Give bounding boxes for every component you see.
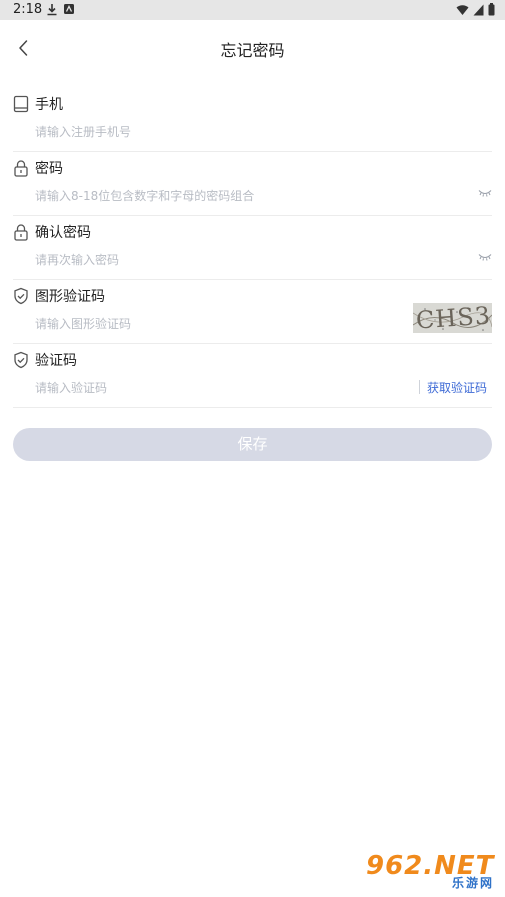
reset-password-form: 手机 密码 确认密码 bbox=[13, 88, 492, 408]
phone-input[interactable] bbox=[35, 122, 405, 142]
status-time: 2:18 bbox=[13, 2, 43, 17]
captcha-image[interactable]: CHS3 bbox=[413, 303, 492, 333]
image-captcha-field: 图形验证码 CHS3 bbox=[13, 280, 492, 344]
save-button[interactable]: 保存 bbox=[13, 428, 492, 461]
phone-icon bbox=[13, 95, 29, 113]
confirm-password-field: 确认密码 bbox=[13, 216, 492, 280]
watermark-sub: 乐游网 bbox=[451, 876, 494, 890]
password-field: 密码 bbox=[13, 152, 492, 216]
password-label-row: 密码 bbox=[13, 158, 63, 178]
signal-icon bbox=[473, 4, 484, 15]
captcha-text: CHS3 bbox=[415, 303, 492, 333]
password-visibility-toggle-icon[interactable] bbox=[478, 188, 492, 198]
shield-check-icon bbox=[14, 287, 28, 305]
download-icon bbox=[47, 4, 57, 16]
get-sms-code-button[interactable]: 获取验证码 bbox=[427, 379, 487, 396]
sms-code-input[interactable] bbox=[35, 378, 335, 398]
shield-check-icon bbox=[14, 351, 28, 369]
lock-icon bbox=[14, 160, 28, 177]
phone-label: 手机 bbox=[35, 97, 63, 113]
password-input[interactable] bbox=[35, 186, 405, 206]
confirm-password-visibility-toggle-icon[interactable] bbox=[478, 252, 492, 262]
wifi-icon bbox=[456, 4, 469, 15]
image-captcha-label: 图形验证码 bbox=[35, 289, 105, 305]
lock-icon bbox=[14, 224, 28, 241]
status-bar: 2:18 bbox=[0, 0, 505, 20]
status-right-icons bbox=[456, 3, 495, 16]
sms-code-label: 验证码 bbox=[35, 353, 77, 369]
confirm-password-label-row: 确认密码 bbox=[13, 222, 91, 242]
battery-icon bbox=[488, 3, 495, 16]
page-title: 忘记密码 bbox=[220, 41, 285, 60]
watermark-logo: 962.NET 乐游网 bbox=[366, 849, 500, 893]
confirm-password-label: 确认密码 bbox=[35, 225, 91, 241]
password-label: 密码 bbox=[35, 161, 63, 177]
image-captcha-label-row: 图形验证码 bbox=[13, 286, 105, 306]
sms-code-label-row: 验证码 bbox=[13, 350, 77, 370]
confirm-password-input[interactable] bbox=[35, 250, 405, 270]
nav-bar: 忘记密码 bbox=[0, 20, 505, 76]
sms-code-field: 验证码 获取验证码 bbox=[13, 344, 492, 408]
phone-field: 手机 bbox=[13, 88, 492, 152]
app-notification-icon bbox=[64, 4, 74, 14]
sms-divider bbox=[419, 380, 420, 394]
phone-label-row: 手机 bbox=[13, 94, 63, 114]
image-captcha-input[interactable] bbox=[35, 314, 335, 334]
